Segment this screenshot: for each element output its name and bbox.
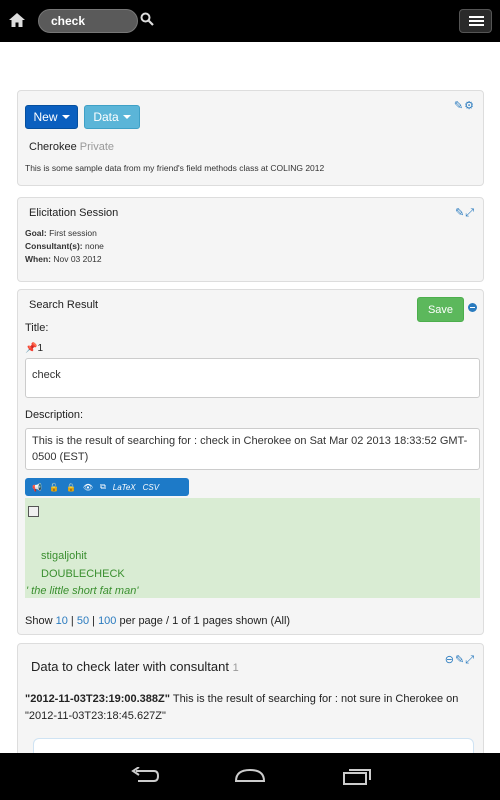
page-size-100[interactable]: 100 [98, 615, 116, 627]
minus-circle-icon[interactable]: ⊖ [445, 654, 455, 666]
datum-item[interactable]: stigaljohit DOUBLECHECK ' the little sho… [25, 498, 480, 598]
minus-circle-icon[interactable] [468, 303, 477, 312]
check-later-panel: Data to check later with consultant 1 ⊖✎… [17, 643, 484, 768]
privacy-label: Private [79, 141, 115, 153]
datum-checkbox[interactable] [28, 506, 39, 517]
page-size-50[interactable]: 50 [77, 615, 89, 627]
unlock-icon[interactable]: 🔓 [49, 483, 59, 492]
menu-button[interactable] [459, 9, 492, 33]
search-icon[interactable] [140, 12, 154, 26]
when-value: Nov 03 2012 [53, 254, 102, 264]
menu-icon [469, 16, 484, 18]
datum-gloss: DOUBLECHECK [41, 568, 125, 580]
pin-icon[interactable]: 📌 [25, 343, 37, 354]
save-button[interactable]: Save [417, 297, 464, 322]
back-icon[interactable] [130, 767, 160, 785]
search-result-title: Search Result [29, 299, 99, 311]
datalist-toolbar: 📢 🔓 🔒 👁 ⧉ LaTeX CSV [25, 478, 189, 496]
page-size-10[interactable]: 10 [56, 615, 68, 627]
session-title: Elicitation Session [29, 207, 119, 219]
data-button[interactable]: Data [84, 105, 140, 129]
copy-icon[interactable]: ⧉ [100, 482, 106, 492]
corpus-description: This is some sample data from my friend'… [25, 163, 325, 173]
edit-icon[interactable]: ✎ [455, 207, 465, 219]
top-bar [0, 0, 500, 42]
title-field[interactable]: check [25, 358, 480, 398]
expand-icon[interactable]: ⤢ [465, 207, 475, 219]
home-nav-icon[interactable] [233, 767, 267, 783]
datum-translation: ' the little short fat man' [26, 585, 139, 597]
caret-down-icon [61, 115, 70, 119]
search-input[interactable] [51, 13, 131, 29]
android-nav-bar [0, 753, 500, 800]
corpus-panel: ✎⚙ New Data Cherokee Private This is som… [17, 90, 484, 186]
caret-down-icon [122, 115, 131, 119]
corpus-name[interactable]: Cherokee [29, 141, 77, 153]
check-later-description: "2012-11-03T23:19:00.388Z" This is the r… [25, 693, 459, 722]
check-later-title: Data to check later with consultant [31, 659, 229, 674]
csv-button[interactable]: CSV [143, 483, 159, 492]
new-button[interactable]: New [25, 105, 78, 129]
expand-icon[interactable]: ⤢ [465, 654, 475, 666]
latex-button[interactable]: LaTeX [113, 483, 136, 492]
title-label: Title: [25, 322, 49, 334]
recent-apps-icon[interactable] [342, 767, 372, 785]
edit-icon[interactable]: ✎ [455, 654, 465, 666]
session-panel: ✎⤢ Elicitation Session Goal: First sessi… [17, 197, 484, 282]
consultants-value: none [84, 241, 104, 251]
pagination: Show 10 | 50 | 100 per page / 1 of 1 pag… [25, 615, 291, 627]
edit-icon[interactable]: ✎ [454, 100, 464, 112]
goal-value: First session [49, 228, 97, 238]
datum-utterance: stigaljohit [41, 550, 87, 562]
search-box[interactable] [38, 9, 138, 33]
description-label: Description: [25, 409, 84, 421]
pin-count: 1 [37, 343, 44, 354]
search-result-panel: Search Result Save Title: 📌1 check Descr… [17, 289, 484, 635]
eye-icon[interactable]: 👁 [83, 483, 93, 492]
home-icon[interactable] [8, 11, 26, 29]
check-later-count: 1 [232, 662, 239, 674]
description-field[interactable]: This is the result of searching for : ch… [25, 428, 480, 470]
lock-icon[interactable]: 🔒 [66, 483, 76, 492]
bullhorn-icon[interactable]: 📢 [32, 483, 42, 492]
gears-icon[interactable]: ⚙ [464, 100, 475, 112]
